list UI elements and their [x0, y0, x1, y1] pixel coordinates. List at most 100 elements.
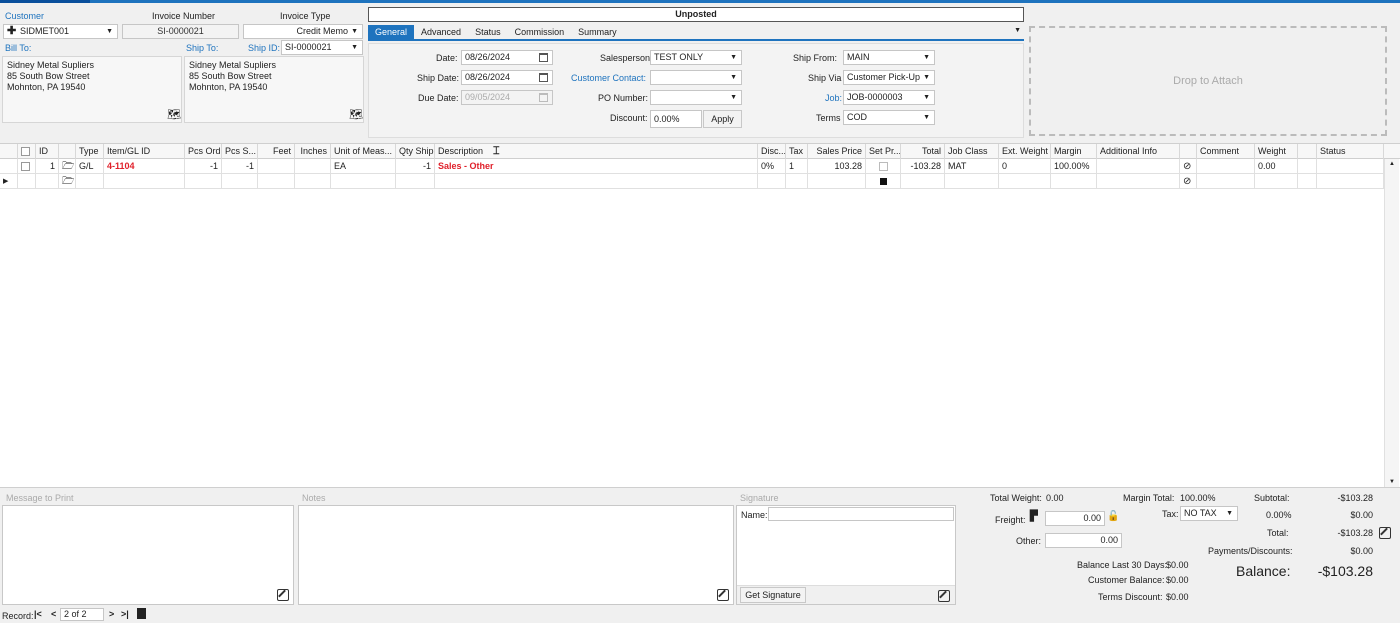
cell-feet[interactable] [258, 159, 295, 174]
get-signature-button[interactable]: Get Signature [740, 587, 806, 603]
apply-discount-button[interactable]: Apply [703, 110, 742, 128]
col-type[interactable]: Type [76, 144, 104, 159]
edit-message-icon[interactable] [277, 589, 289, 601]
col-description[interactable]: Description ⌶ [435, 144, 758, 159]
select-all-checkbox[interactable] [18, 144, 36, 159]
customer-label[interactable]: Customer [5, 11, 44, 21]
tab-status[interactable]: Status [468, 25, 508, 39]
previous-record-icon[interactable]: < [51, 608, 56, 620]
col-uom[interactable]: Unit of Meas... [331, 144, 396, 159]
ship-to-label[interactable]: Ship To: [186, 43, 218, 53]
edit-address-icon[interactable]: 🗺 [167, 109, 181, 121]
cell-empty[interactable] [435, 174, 758, 189]
tab-general[interactable]: General [368, 25, 415, 39]
folder-icon[interactable]: 🗁 [59, 159, 76, 174]
col-additional-info[interactable]: Additional Info [1097, 144, 1180, 159]
calendar-icon[interactable] [539, 73, 548, 82]
cell-empty[interactable] [808, 174, 866, 189]
cell-tax[interactable]: 1 [786, 159, 808, 174]
cell-description[interactable]: Sales - Other [435, 159, 758, 174]
col-feet[interactable]: Feet [258, 144, 295, 159]
cell-empty[interactable] [945, 174, 999, 189]
col-sales-price[interactable]: Sales Price [808, 144, 866, 159]
attachment-drop-zone[interactable]: Drop to Attach [1029, 26, 1387, 136]
cell-sales-price[interactable]: 103.28 [808, 159, 866, 174]
set-price-checkbox[interactable] [866, 159, 901, 174]
ship-id-select[interactable]: SI-0000021 ▼ [281, 40, 363, 55]
cell-qty-ship[interactable]: -1 [396, 159, 435, 174]
cell-uom[interactable]: EA [331, 159, 396, 174]
cell-empty[interactable] [758, 174, 786, 189]
cell-empty[interactable] [786, 174, 808, 189]
cell-disc[interactable]: 0% [758, 159, 786, 174]
col-qty-ship[interactable]: Qty Ship [396, 144, 435, 159]
col-set-price[interactable]: Set Pr... [866, 144, 901, 159]
record-position-input[interactable]: 2 of 2 [60, 608, 104, 621]
tab-commission[interactable]: Commission [508, 25, 572, 39]
cell-empty[interactable] [396, 174, 435, 189]
edit-notes-icon[interactable] [717, 589, 729, 601]
row-checkbox[interactable] [18, 159, 36, 174]
col-pcs-ord[interactable]: Pcs Ord [185, 144, 222, 159]
ship-via-select[interactable]: Customer Pick-Up ▼ [843, 70, 935, 85]
date-input[interactable]: 08/26/2024 [461, 50, 553, 65]
customer-contact-label[interactable]: Customer Contact: [571, 73, 646, 83]
signature-name-input[interactable] [768, 507, 954, 521]
message-to-print-textarea[interactable] [2, 505, 294, 605]
po-number-select[interactable]: ▼ [650, 90, 742, 105]
cell-empty[interactable] [222, 174, 258, 189]
terms-select[interactable]: COD ▼ [843, 110, 935, 125]
cell-empty[interactable] [76, 174, 104, 189]
invoice-type-select[interactable]: Credit Memo ▼ [243, 24, 363, 39]
bill-to-label[interactable]: Bill To: [5, 43, 31, 53]
col-status[interactable]: Status [1317, 144, 1384, 159]
cell-additional-info[interactable] [1097, 159, 1180, 174]
col-id[interactable]: ID [36, 144, 59, 159]
cell-item-id[interactable]: 4-1104 [104, 159, 185, 174]
scroll-down-icon[interactable]: ▼ [1389, 479, 1395, 485]
next-record-icon[interactable]: > [109, 608, 114, 620]
set-price-checkbox-indeterminate[interactable] [866, 174, 901, 189]
cell-empty[interactable] [185, 174, 222, 189]
scroll-up-icon[interactable]: ▲ [1389, 161, 1395, 167]
last-record-icon[interactable]: >| [121, 608, 129, 620]
ship-date-input[interactable]: 08/26/2024 [461, 70, 553, 85]
cell-pcs-ord[interactable]: -1 [185, 159, 222, 174]
tab-summary[interactable]: Summary [571, 25, 624, 39]
ship-from-select[interactable]: MAIN ▼ [843, 50, 935, 65]
grid-vertical-scrollbar[interactable]: ▲ ▼ [1384, 159, 1399, 487]
attachment-icon[interactable]: ⊘ [1180, 174, 1197, 189]
new-row[interactable]: ▶ 🗁 ⊘ [0, 174, 1384, 189]
add-customer-icon[interactable]: ✚ [7, 25, 16, 38]
notes-textarea[interactable] [298, 505, 734, 605]
cell-comment[interactable] [1197, 159, 1255, 174]
col-disc[interactable]: Disc... [758, 144, 786, 159]
cell-empty[interactable] [331, 174, 396, 189]
col-inches[interactable]: Inches [295, 144, 331, 159]
cell-pcs-s[interactable]: -1 [222, 159, 258, 174]
col-tax[interactable]: Tax [786, 144, 808, 159]
cell-job-class[interactable]: MAT [945, 159, 999, 174]
salesperson-select[interactable]: TEST ONLY ▼ [650, 50, 742, 65]
other-input[interactable]: 0.00 [1045, 533, 1122, 548]
cell-inches[interactable] [295, 159, 331, 174]
table-row[interactable]: 1 🗁 G/L 4-1104 -1 -1 EA -1 Sales - Other… [0, 159, 1384, 174]
col-total[interactable]: Total [901, 144, 945, 159]
folder-icon[interactable]: 🗁 [59, 174, 76, 189]
job-label[interactable]: Job: [825, 93, 842, 103]
tab-advanced[interactable]: Advanced [414, 25, 468, 39]
col-weight[interactable]: Weight [1255, 144, 1298, 159]
tabs-overflow-icon[interactable]: ▼ [1014, 27, 1021, 34]
first-record-icon[interactable]: |< [34, 608, 42, 620]
attachment-icon[interactable]: ⊘ [1180, 159, 1197, 174]
discount-input[interactable]: 0.00% [650, 110, 702, 128]
calendar-icon[interactable] [539, 53, 548, 62]
col-job-class[interactable]: Job Class [945, 144, 999, 159]
signature-pad[interactable] [737, 522, 955, 584]
col-pcs-s[interactable]: Pcs S... [222, 144, 258, 159]
cell-empty[interactable] [104, 174, 185, 189]
col-ext-weight[interactable]: Ext. Weight [999, 144, 1051, 159]
freight-truck-icon[interactable]: ▛ [1030, 511, 1038, 523]
col-margin[interactable]: Margin [1051, 144, 1097, 159]
col-comment[interactable]: Comment [1197, 144, 1255, 159]
